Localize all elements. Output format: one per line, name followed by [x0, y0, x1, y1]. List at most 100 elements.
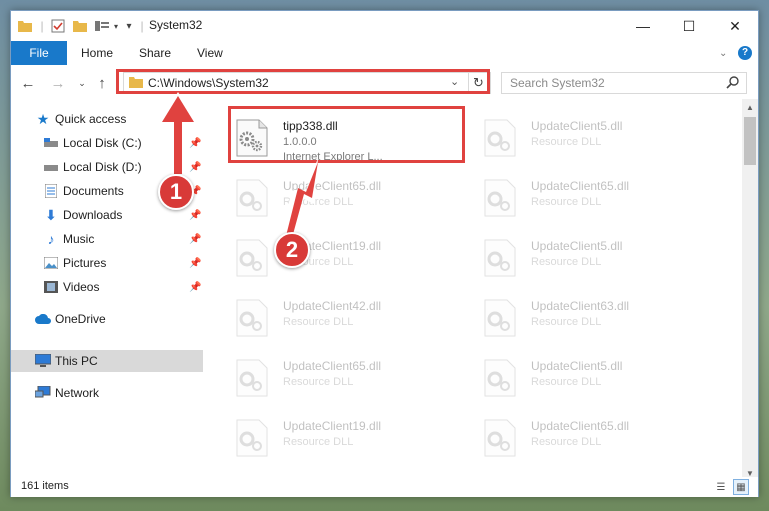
dll-file-icon	[236, 179, 268, 217]
step-1-badge: 1	[158, 174, 194, 210]
file-item[interactable]: UpdateClient42.dll Resource DLL	[231, 291, 471, 345]
tab-view[interactable]: View	[197, 41, 223, 65]
scrollbar-thumb[interactable]	[744, 117, 756, 165]
sidebar-item-quick-access[interactable]: ★ Quick access	[11, 108, 203, 130]
file-item[interactable]: UpdateClient5.dll Resource DLL	[479, 111, 719, 165]
file-description: Resource DLL	[283, 436, 354, 448]
cloud-icon	[35, 311, 51, 327]
vertical-scrollbar[interactable]: ▲ ▼	[742, 99, 758, 481]
folder-icon	[17, 17, 33, 35]
window-title: System32	[149, 18, 203, 32]
file-name: UpdateClient65.dll	[283, 179, 382, 193]
pin-icon[interactable]: 📌	[189, 234, 201, 245]
drive-icon	[43, 159, 59, 175]
quick-access-menu-icon[interactable]: ▾	[123, 17, 135, 35]
sidebar-item-videos[interactable]: Videos 📌	[11, 276, 203, 298]
sidebar-item-local-disk-c[interactable]: Local Disk (C:) 📌	[11, 132, 203, 154]
search-icon[interactable]	[726, 75, 740, 92]
sidebar-item-pictures[interactable]: Pictures 📌	[11, 252, 203, 274]
sidebar-item-label: Network	[55, 386, 100, 400]
file-description: Resource DLL	[531, 376, 602, 388]
file-item[interactable]: UpdateClient65.dll Resource DLL	[231, 171, 471, 225]
file-item[interactable]: UpdateClient19.dll Resource DLL	[231, 411, 471, 465]
dll-file-icon	[236, 299, 268, 337]
status-bar: 161 items ☰ ▦	[11, 477, 758, 497]
new-folder-icon[interactable]	[71, 17, 89, 35]
network-icon	[35, 385, 51, 401]
dll-file-icon	[484, 239, 516, 277]
file-item[interactable]: UpdateClient5.dll Resource DLL	[479, 351, 719, 405]
dll-file-icon	[236, 419, 268, 457]
scroll-up-arrow-icon[interactable]: ▲	[742, 99, 758, 115]
tab-file[interactable]: File	[11, 41, 67, 65]
minimize-button[interactable]: —	[620, 11, 666, 41]
sidebar-item-network[interactable]: Network	[11, 382, 203, 404]
file-name: UpdateClient63.dll	[531, 299, 630, 313]
forward-button[interactable]: →	[47, 73, 69, 93]
title-bar: | ▾ ▾ | System32 — ☐ ✕	[11, 11, 758, 41]
step-2-badge: 2	[274, 232, 310, 268]
up-button[interactable]: ↑	[91, 73, 113, 93]
chevron-down-icon[interactable]: ▾	[111, 17, 121, 35]
pin-icon[interactable]: 📌	[189, 210, 201, 221]
file-description: Resource DLL	[283, 376, 354, 388]
file-item[interactable]: UpdateClient65.dll Resource DLL	[231, 351, 471, 405]
sidebar-item-label: Documents	[63, 184, 124, 198]
dll-file-icon	[484, 419, 516, 457]
dll-file-icon	[484, 179, 516, 217]
navigation-pane: ★ Quick access Local Disk (C:) 📌 Local D…	[11, 99, 207, 481]
sidebar-item-label: Local Disk (D:)	[63, 160, 142, 174]
file-item[interactable]: UpdateClient19.dll Resource DLL	[231, 231, 471, 285]
maximize-button[interactable]: ☐	[666, 11, 712, 41]
sidebar-item-label: Downloads	[63, 208, 123, 222]
pin-icon[interactable]: 📌	[189, 282, 201, 293]
customize-icon[interactable]	[93, 17, 111, 35]
file-name: UpdateClient5.dll	[531, 239, 623, 253]
computer-icon	[35, 353, 51, 369]
pin-icon[interactable]: 📌	[189, 258, 201, 269]
file-name: UpdateClient19.dll	[283, 419, 382, 433]
help-icon[interactable]: ?	[738, 41, 752, 65]
file-item[interactable]: UpdateClient65.dll Resource DLL	[479, 171, 719, 225]
file-item[interactable]: UpdateClient65.dll Resource DLL	[479, 411, 719, 465]
file-description: Resource DLL	[283, 196, 354, 208]
sidebar-item-label: Music	[63, 232, 95, 246]
downloads-icon: ⬇	[45, 206, 57, 223]
dll-file-icon	[484, 299, 516, 337]
dll-file-icon	[484, 359, 516, 397]
file-description: Resource DLL	[531, 256, 602, 268]
large-icons-view-icon[interactable]: ▦	[733, 479, 749, 495]
separator: |	[140, 19, 144, 33]
details-view-icon[interactable]: ☰	[713, 479, 729, 495]
ribbon: File Home Share View ⌄ ?	[11, 41, 758, 65]
properties-icon[interactable]	[49, 17, 67, 35]
separator: |	[40, 19, 44, 33]
back-button[interactable]: ←	[17, 73, 39, 93]
file-description: Resource DLL	[531, 136, 602, 148]
file-item[interactable]: UpdateClient5.dll Resource DLL	[479, 231, 719, 285]
file-name: UpdateClient65.dll	[283, 359, 382, 373]
pin-icon[interactable]: 📌	[189, 138, 201, 149]
item-count: 161 items	[21, 480, 69, 492]
sidebar-item-music[interactable]: ♪ Music 📌	[11, 228, 203, 250]
sidebar-item-label: Pictures	[63, 256, 107, 270]
sidebar-item-this-pc[interactable]: This PC	[11, 350, 203, 372]
sidebar-item-onedrive[interactable]: OneDrive	[11, 308, 203, 330]
sidebar-item-label: Quick access	[55, 112, 127, 126]
sidebar-item-label: Local Disk (C:)	[63, 136, 142, 150]
file-name: UpdateClient5.dll	[531, 359, 623, 373]
search-box[interactable]: Search System32	[501, 72, 747, 94]
tab-home[interactable]: Home	[81, 41, 113, 65]
drive-icon	[43, 135, 59, 151]
file-name: UpdateClient65.dll	[531, 179, 630, 193]
search-input[interactable]: Search System32	[510, 76, 605, 90]
file-item[interactable]: UpdateClient63.dll Resource DLL	[479, 291, 719, 345]
pin-icon[interactable]: 📌	[189, 162, 201, 173]
tab-share[interactable]: Share	[139, 41, 171, 65]
file-name: UpdateClient42.dll	[283, 299, 382, 313]
recent-locations-icon[interactable]: ⌄	[71, 73, 93, 93]
close-button[interactable]: ✕	[712, 11, 758, 41]
sidebar-item-label: Videos	[63, 280, 100, 294]
file-name: UpdateClient5.dll	[531, 119, 623, 133]
ribbon-expand-icon[interactable]: ⌄	[719, 41, 727, 65]
